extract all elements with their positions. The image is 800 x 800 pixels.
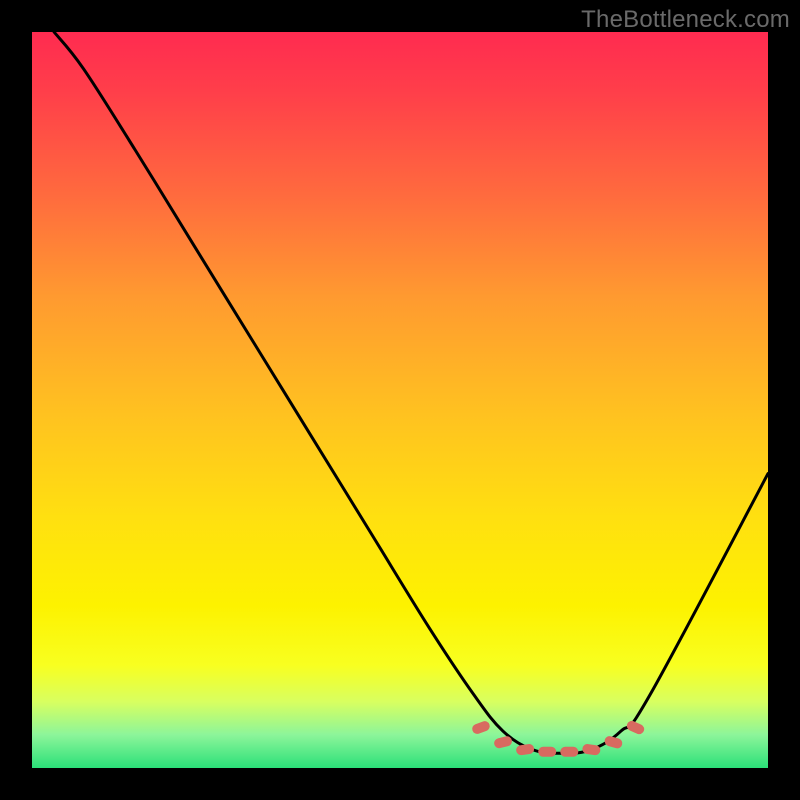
- valley-marker: [471, 720, 491, 736]
- valley-marker: [560, 747, 578, 757]
- valley-marker: [516, 743, 535, 755]
- watermark-text: TheBottleneck.com: [581, 6, 790, 34]
- chart-frame: TheBottleneck.com: [0, 0, 800, 800]
- bottleneck-curve-path: [54, 32, 768, 753]
- valley-marker: [625, 719, 646, 735]
- valley-marker: [603, 735, 623, 750]
- curve-layer: [32, 32, 768, 768]
- valley-marker: [538, 747, 556, 757]
- plot-area: [32, 32, 768, 768]
